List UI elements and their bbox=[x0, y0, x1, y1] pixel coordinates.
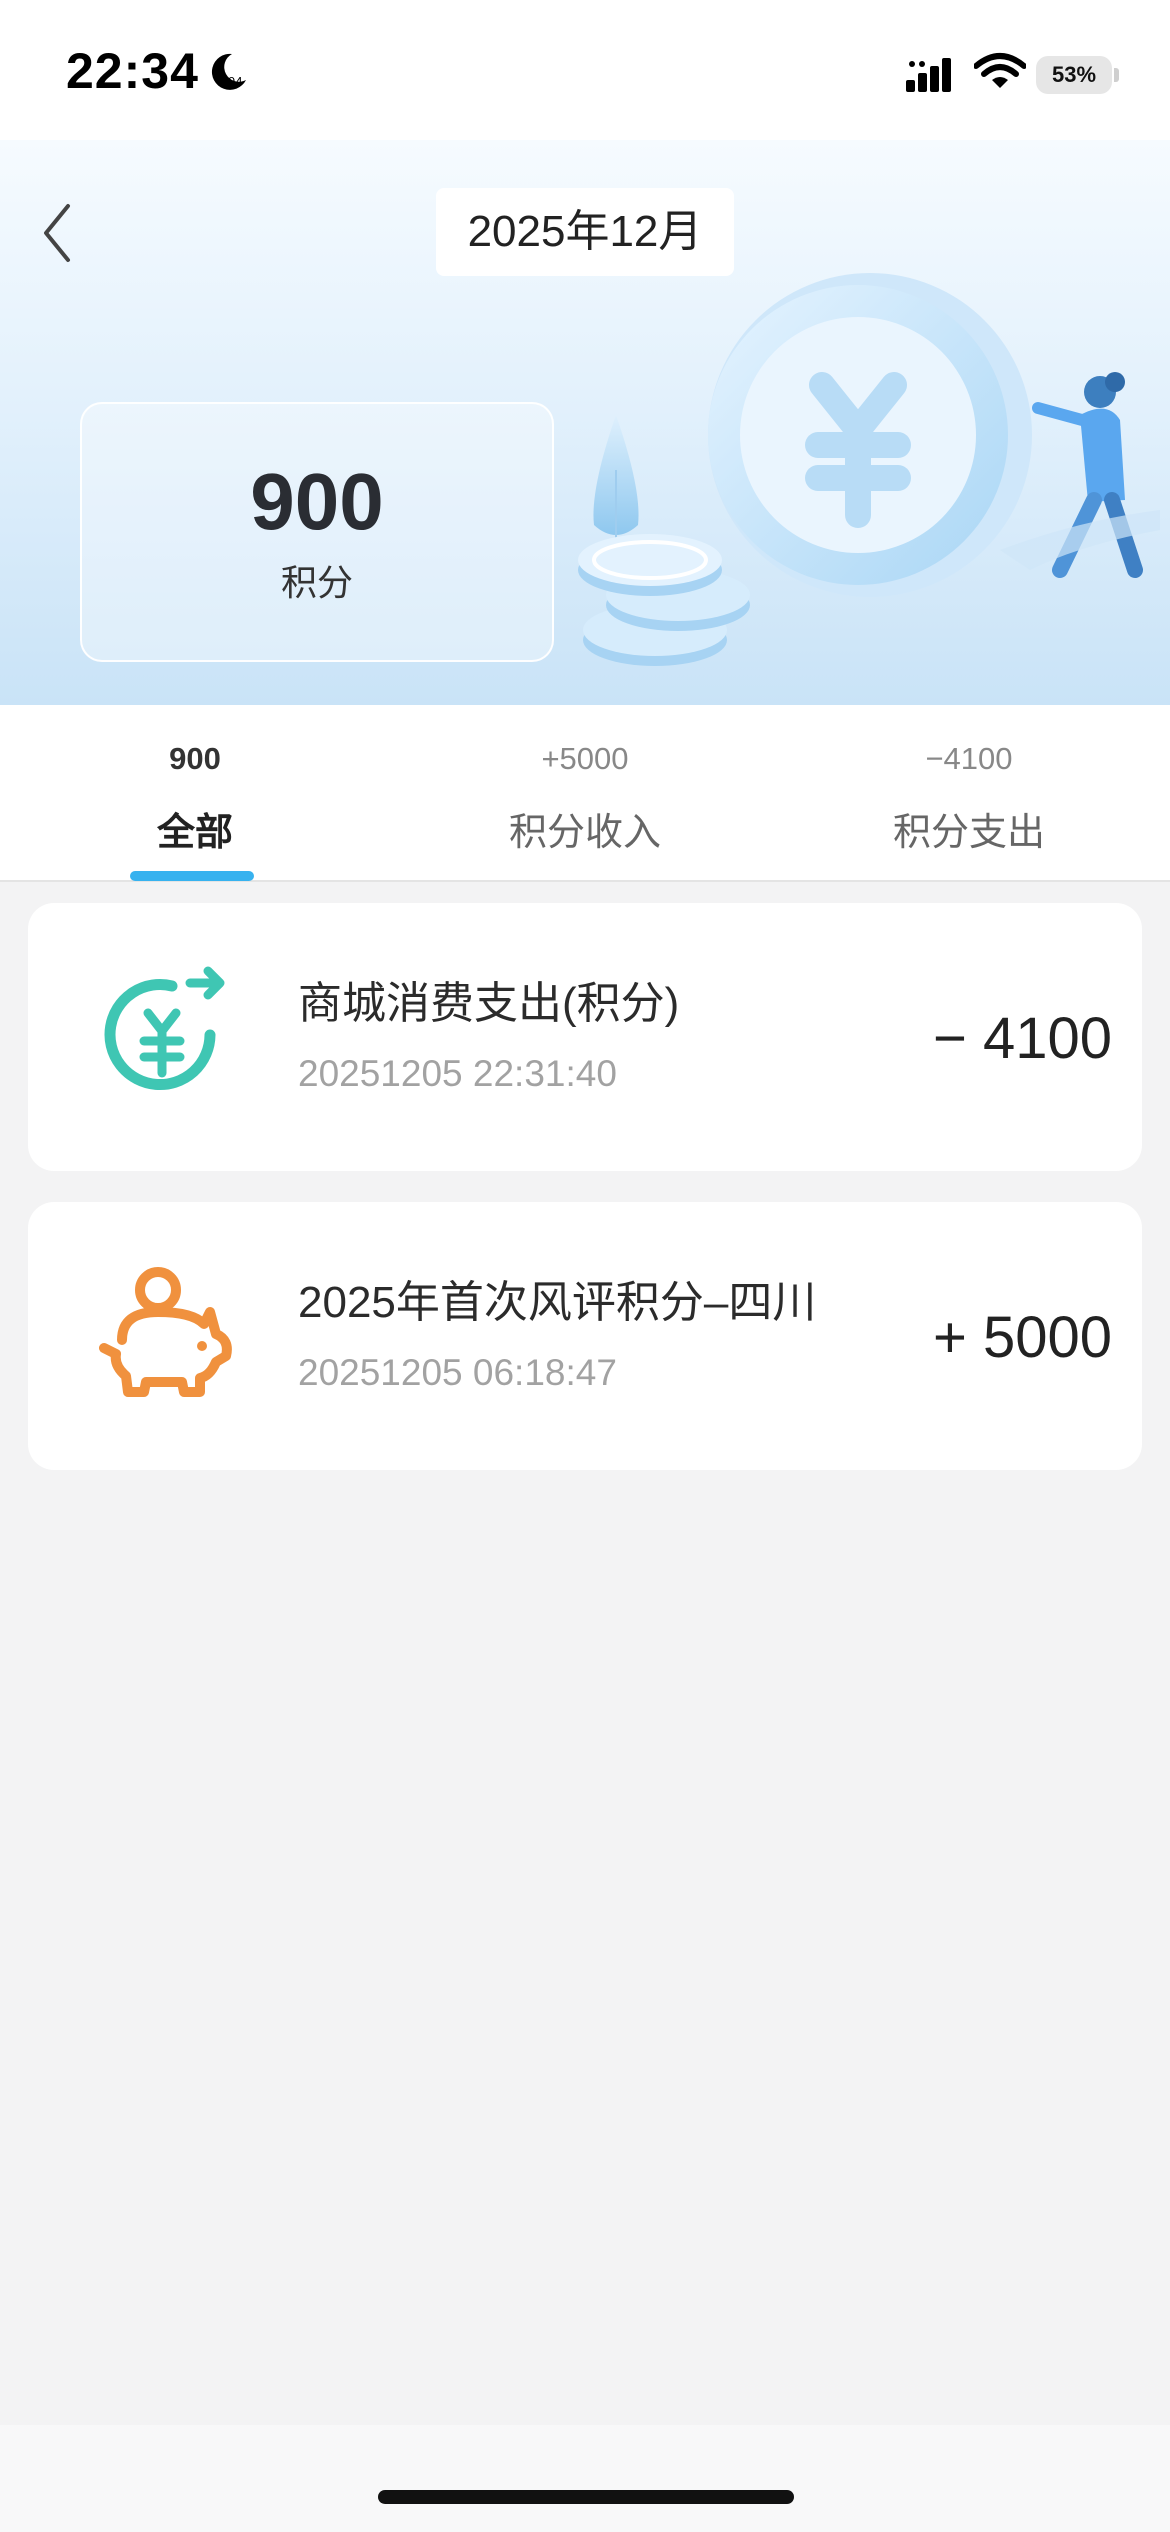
tab-all[interactable]: 900 全部 bbox=[0, 705, 390, 880]
points-unit-label: 积分 bbox=[280, 562, 353, 603]
home-indicator[interactable] bbox=[378, 2490, 794, 2504]
record-time: 20251205 22:31:40 bbox=[298, 1053, 617, 1094]
list-item[interactable]: 商城消费支出(积分) 20251205 22:31:40 − 4100 bbox=[28, 903, 1142, 1171]
record-title: 商城消费支出(积分) bbox=[298, 979, 680, 1028]
battery-tip bbox=[1114, 68, 1119, 82]
record-amount: − 4100 bbox=[932, 1006, 1112, 1071]
piggy-bank-icon bbox=[99, 1267, 232, 1397]
list-item[interactable]: 2025年首次风评积分–四川 20251205 06:18:47 + 5000 bbox=[28, 1202, 1142, 1470]
filter-tabs: 900 全部 +5000 积分收入 −4100 积分支出 bbox=[0, 705, 1170, 882]
battery-indicator: 53% bbox=[1036, 56, 1112, 94]
status-bar: 22:34 94 53% bbox=[0, 0, 1170, 140]
points-total: 900 bbox=[250, 457, 384, 546]
tab-count: 900 bbox=[169, 741, 221, 776]
active-tab-indicator bbox=[130, 871, 254, 881]
points-summary-card: 900 积分 bbox=[80, 402, 554, 662]
bottom-safe-area bbox=[0, 2425, 1170, 2532]
wifi-icon bbox=[974, 53, 1026, 88]
tab-label: 全部 bbox=[156, 812, 233, 854]
yuan-exchange-icon bbox=[104, 966, 225, 1091]
points-banner: 2025年12月 900 积分 bbox=[0, 140, 1170, 705]
moon-icon: 94 bbox=[211, 53, 246, 90]
record-amount: + 5000 bbox=[932, 1305, 1112, 1370]
record-time: 20251205 06:18:47 bbox=[298, 1352, 617, 1393]
status-time: 22:34 bbox=[66, 43, 199, 99]
back-icon[interactable] bbox=[36, 198, 86, 268]
tab-expense[interactable]: −4100 积分支出 bbox=[774, 705, 1164, 880]
cellular-signal-icon bbox=[906, 58, 951, 92]
month-selector[interactable]: 2025年12月 bbox=[436, 188, 734, 276]
tab-count: +5000 bbox=[541, 741, 629, 776]
coin-illustration bbox=[578, 273, 1160, 666]
tab-label: 积分收入 bbox=[508, 812, 661, 854]
tab-label: 积分支出 bbox=[892, 812, 1045, 854]
tab-count: −4100 bbox=[925, 741, 1013, 776]
record-title: 2025年首次风评积分–四川 bbox=[298, 1278, 817, 1327]
tab-income[interactable]: +5000 积分收入 bbox=[390, 705, 780, 880]
svg-text:94: 94 bbox=[228, 74, 242, 89]
